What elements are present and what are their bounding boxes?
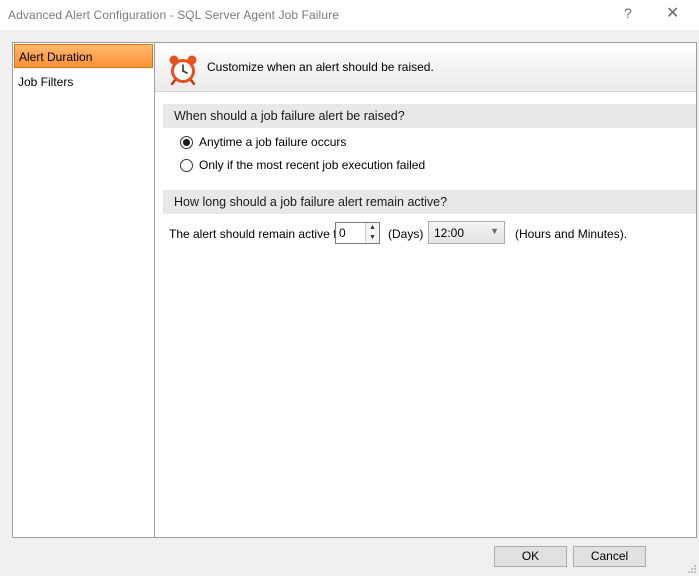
resize-grip-icon[interactable] xyxy=(687,564,697,574)
time-value: 12:00 xyxy=(434,226,465,240)
days-value[interactable]: 0 xyxy=(339,226,346,240)
help-button[interactable]: ? xyxy=(624,5,632,21)
days-label: (Days) xyxy=(388,227,424,241)
nav-item-job-filters[interactable]: Job Filters xyxy=(14,70,153,94)
cancel-button[interactable]: Cancel xyxy=(573,546,646,567)
chevron-down-icon: ▼ xyxy=(490,226,499,236)
stepper-down-button[interactable]: ▼ xyxy=(366,233,379,243)
ok-button[interactable]: OK xyxy=(494,546,567,567)
window-title: Advanced Alert Configuration - SQL Serve… xyxy=(8,8,339,22)
close-button[interactable]: ✕ xyxy=(666,3,679,23)
panel-header: Customize when an alert should be raised… xyxy=(155,43,696,92)
header-text: Customize when an alert should be raised… xyxy=(207,60,434,74)
time-dropdown[interactable]: 12:00 ▼ xyxy=(428,221,505,244)
content-area: Alert Duration Job Filters Customize whe… xyxy=(12,42,697,538)
nav-panel: Alert Duration Job Filters xyxy=(13,43,155,537)
nav-item-alert-duration[interactable]: Alert Duration xyxy=(14,44,153,68)
main-panel: Customize when an alert should be raised… xyxy=(155,43,696,537)
remain-active-label: The alert should remain active for xyxy=(169,227,348,241)
radio-anytime[interactable]: Anytime a job failure occurs xyxy=(180,133,346,151)
hours-minutes-label: (Hours and Minutes). xyxy=(515,227,628,241)
radio-indicator-most-recent[interactable] xyxy=(180,158,193,172)
radio-most-recent[interactable]: Only if the most recent job execution fa… xyxy=(180,156,425,174)
radio-label-anytime: Anytime a job failure occurs xyxy=(199,135,347,149)
section-header-active: How long should a job failure alert rema… xyxy=(163,190,696,214)
radio-label-most-recent: Only if the most recent job execution fa… xyxy=(199,158,426,172)
stepper-buttons: ▲ ▼ xyxy=(365,223,379,243)
title-bar: Advanced Alert Configuration - SQL Serve… xyxy=(0,0,699,30)
radio-indicator-anytime[interactable] xyxy=(180,135,193,149)
section-header-raise: When should a job failure alert be raise… xyxy=(163,104,696,128)
days-stepper[interactable]: 0 ▲ ▼ xyxy=(335,222,380,244)
alarm-clock-icon xyxy=(169,55,197,85)
